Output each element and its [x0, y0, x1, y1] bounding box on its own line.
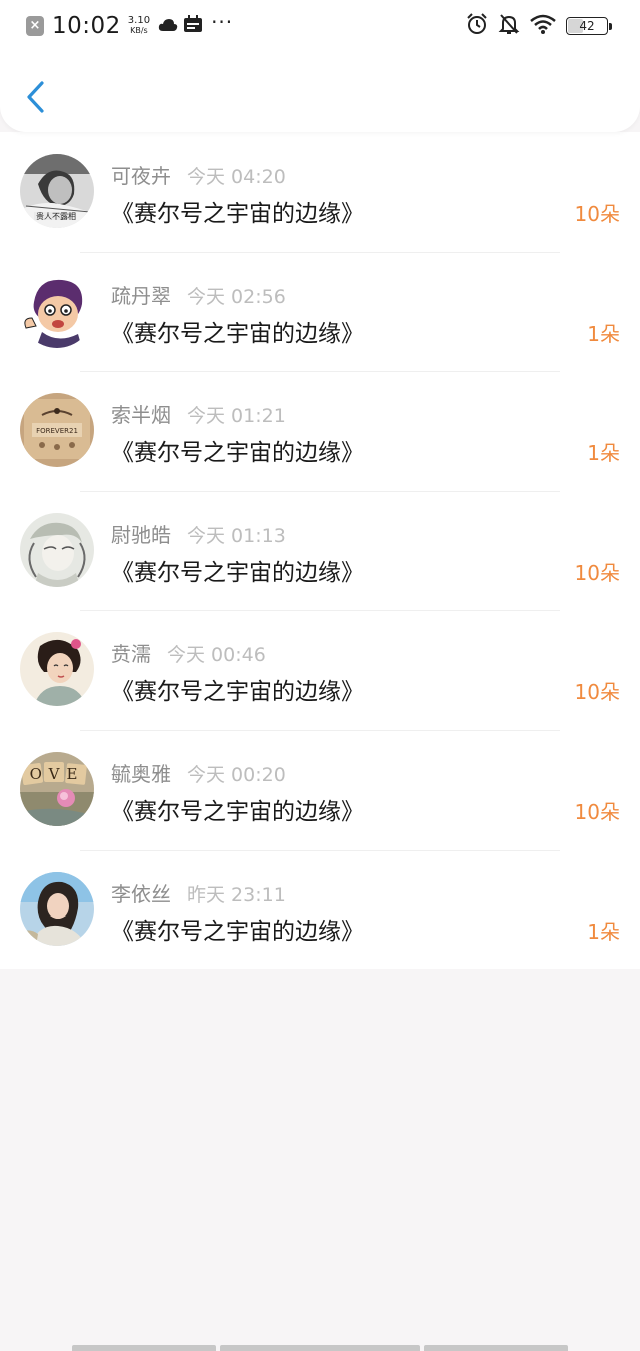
status-bar-left: × 10:02 3.10 KB/s ··· [26, 10, 233, 42]
avatar[interactable] [20, 273, 94, 348]
book-title: 《赛尔号之宇宙的边缘》 [111, 440, 364, 467]
list-item[interactable]: 李依丝 昨天 23:11 《赛尔号之宇宙的边缘》 1朵 [0, 849, 640, 970]
timestamp: 昨天 23:11 [187, 883, 286, 906]
bottom-bar-segment-left [72, 1345, 216, 1351]
user-name: 贲濡 今天 00:46 [111, 638, 266, 667]
user-name-text: 可夜卉 [111, 164, 171, 188]
status-bar: × 10:02 3.10 KB/s ··· 42 [0, 0, 640, 52]
timestamp: 今天 01:13 [187, 524, 286, 547]
user-name-text: 尉驰皓 [111, 522, 171, 547]
flower-count: 1朵 [587, 441, 620, 466]
gift-record-list: 贵人不露相 可夜卉 今天 04:20 《赛尔号之宇宙的边缘》 10朵 疏丹翠 今天 … [0, 132, 640, 970]
battery-indicator: 42 [566, 17, 608, 35]
book-title: 《赛尔号之宇宙的边缘》 [111, 320, 364, 347]
list-item[interactable]: 尉驰皓 今天 01:13 《赛尔号之宇宙的边缘》 10朵 [0, 490, 640, 611]
user-name: 尉驰皓 今天 01:13 [111, 519, 286, 548]
user-name: 李依丝 昨天 23:11 [111, 878, 286, 907]
flower-count: 1朵 [587, 321, 620, 346]
battery-tip [609, 22, 612, 30]
user-name-text: 毓奥雅 [111, 761, 171, 786]
user-name-text: 贲濡 [111, 642, 151, 667]
book-title: 《赛尔号之宇宙的边缘》 [111, 201, 364, 227]
timestamp: 今天 02:56 [187, 285, 286, 308]
battery-level: 42 [579, 19, 595, 33]
avatar[interactable] [20, 871, 94, 946]
avatar-tile-text: OVE [30, 765, 85, 783]
list-item[interactable]: 贲濡 今天 00:46 《赛尔号之宇宙的边缘》 10朵 [0, 610, 640, 730]
book-title: 《赛尔号之宇宙的边缘》 [111, 559, 364, 586]
wifi-icon [530, 14, 556, 38]
status-time: 10:02 [52, 13, 121, 39]
alarm-icon [466, 13, 488, 39]
timestamp: 今天 00:20 [187, 763, 286, 786]
calendar-icon [183, 15, 203, 37]
book-title: 《赛尔号之宇宙的边缘》 [111, 679, 364, 706]
network-speed: 3.10 KB/s [128, 16, 150, 36]
user-name: 疏丹翠 今天 02:56 [111, 280, 286, 309]
user-name: 毓奥雅 今天 00:20 [111, 758, 286, 787]
timestamp: 今天 04:20 [187, 166, 286, 188]
back-button[interactable] [16, 74, 56, 120]
flower-count: 10朵 [574, 560, 620, 585]
user-name-text: 索半烟 [111, 403, 171, 428]
notification-app-icon: × [26, 16, 44, 36]
avatar-brand-text: FOREVER21 [36, 427, 78, 435]
list-item[interactable]: 疏丹翠 今天 02:56 《赛尔号之宇宙的边缘》 1朵 [0, 251, 640, 372]
flower-count: 10朵 [574, 680, 620, 705]
bottom-bar-segment-center [220, 1345, 420, 1351]
list-item[interactable]: 贵人不露相 可夜卉 今天 04:20 《赛尔号之宇宙的边缘》 10朵 [0, 132, 640, 252]
timestamp: 今天 00:46 [167, 644, 266, 667]
flower-count: 1朵 [587, 919, 620, 944]
avatar[interactable] [20, 632, 94, 707]
avatar[interactable]: OVE [20, 751, 94, 826]
list-item[interactable]: FOREVER21 索半烟 今天 01:21 《赛尔号之宇宙的边缘》 1朵 [0, 371, 640, 491]
top-header: × 10:02 3.10 KB/s ··· 42 [0, 0, 640, 132]
flower-count: 10朵 [574, 799, 620, 824]
avatar[interactable]: 贵人不露相 [20, 154, 94, 228]
svg-text:贵人不露相: 贵人不露相 [36, 211, 76, 221]
avatar[interactable] [20, 512, 94, 587]
user-name-text: 疏丹翠 [111, 283, 171, 308]
list-item[interactable]: OVE 毓奥雅 今天 00:20 《赛尔号之宇宙的边缘》 10朵 [0, 729, 640, 850]
user-name: 可夜卉 今天 04:20 [111, 160, 286, 189]
user-name: 索半烟 今天 01:21 [111, 399, 286, 428]
avatar[interactable]: FOREVER21 [20, 393, 94, 468]
status-bar-right: 42 [456, 12, 612, 40]
bell-muted-icon [498, 13, 520, 39]
book-title: 《赛尔号之宇宙的边缘》 [111, 798, 364, 825]
user-name-text: 李依丝 [111, 881, 171, 906]
network-speed-unit: KB/s [130, 26, 148, 35]
cloud-icon [158, 17, 178, 36]
more-notifications-icon: ··· [211, 10, 234, 34]
book-title: 《赛尔号之宇宙的边缘》 [111, 918, 364, 945]
timestamp: 今天 01:21 [187, 405, 286, 428]
flower-count: 10朵 [574, 202, 620, 226]
chevron-left-icon[interactable] [25, 80, 47, 114]
bottom-bar-segment-right [424, 1345, 568, 1351]
network-speed-value: 3.10 [127, 15, 151, 26]
